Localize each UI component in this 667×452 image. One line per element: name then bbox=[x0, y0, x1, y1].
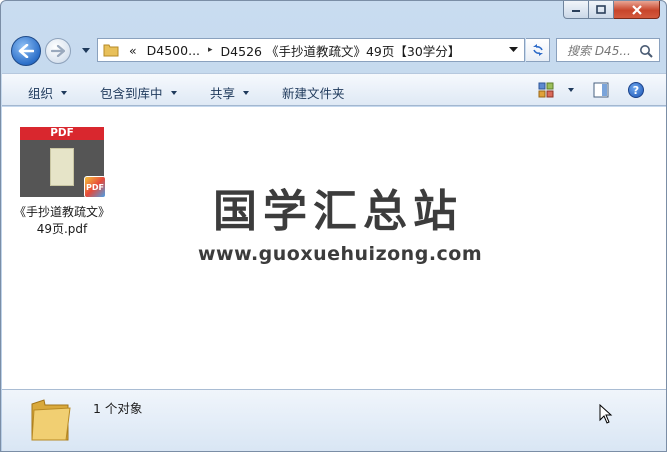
details-pane: 1 个对象 bbox=[2, 389, 666, 451]
forward-button[interactable] bbox=[45, 38, 71, 64]
preview-pane-icon[interactable] bbox=[593, 82, 609, 98]
organize-caret-icon bbox=[61, 90, 68, 95]
search-icon[interactable] bbox=[639, 44, 653, 58]
folder-icon bbox=[103, 44, 119, 57]
pdf-thumbnail[interactable]: PDF PDF bbox=[20, 127, 106, 198]
refresh-button[interactable] bbox=[526, 38, 550, 62]
caption-buttons bbox=[563, 1, 660, 19]
back-button[interactable] bbox=[11, 36, 41, 66]
minimize-icon bbox=[572, 9, 580, 12]
minimize-button[interactable] bbox=[563, 1, 589, 19]
search-box[interactable]: 搜索 D45... bbox=[556, 38, 660, 62]
mouse-cursor-icon bbox=[599, 404, 613, 424]
breadcrumb-current[interactable]: D4526 《手抄道教疏文》49页【30学分】 bbox=[221, 41, 461, 60]
close-button[interactable] bbox=[614, 1, 660, 19]
address-overflow-chevron[interactable]: « bbox=[129, 43, 137, 58]
address-bar[interactable]: « D4500... ▸ D4526 《手抄道教疏文》49页【30学分】 bbox=[97, 38, 525, 62]
close-icon bbox=[631, 4, 642, 15]
maximize-button[interactable] bbox=[589, 1, 614, 19]
arrow-left-icon bbox=[18, 44, 34, 58]
help-button[interactable]: ? bbox=[628, 82, 644, 98]
navigation-bar: « D4500... ▸ D4526 《手抄道教疏文》49页【30学分】 搜索 … bbox=[9, 35, 660, 66]
file-list-area[interactable]: PDF PDF 《手抄道教疏文》49页.pdf 国学汇总站 www.guoxue… bbox=[2, 107, 666, 389]
breadcrumb-parent[interactable]: D4500... bbox=[147, 43, 200, 58]
new-folder-label: 新建文件夹 bbox=[282, 86, 345, 101]
include-in-library-menu[interactable]: 包含到库中 bbox=[100, 83, 177, 102]
new-folder-button[interactable]: 新建文件夹 bbox=[282, 83, 345, 102]
view-caret-icon[interactable] bbox=[568, 88, 574, 92]
share-menu[interactable]: 共享 bbox=[210, 83, 250, 102]
organize-label: 组织 bbox=[28, 86, 54, 101]
pdf-app-badge-icon: PDF bbox=[84, 176, 106, 198]
page-preview bbox=[50, 148, 74, 186]
share-label: 共享 bbox=[210, 86, 236, 101]
explorer-window: « D4500... ▸ D4526 《手抄道教疏文》49页【30学分】 搜索 … bbox=[0, 0, 667, 452]
change-view-button[interactable] bbox=[538, 82, 574, 98]
maximize-icon bbox=[596, 5, 606, 14]
include-caret-icon bbox=[170, 90, 177, 95]
file-name-label[interactable]: 《手抄道教疏文》49页.pdf bbox=[14, 204, 110, 238]
search-placeholder: 搜索 D45... bbox=[567, 43, 631, 58]
organize-menu[interactable]: 组织 bbox=[28, 83, 68, 102]
breadcrumb-separator[interactable]: ▸ bbox=[208, 45, 213, 55]
arrow-right-icon bbox=[51, 45, 65, 57]
file-item[interactable]: PDF PDF 《手抄道教疏文》49页.pdf bbox=[14, 127, 110, 238]
include-in-library-label: 包含到库中 bbox=[100, 86, 163, 101]
watermark-title: 国学汇总站 bbox=[213, 186, 463, 237]
folder-large-icon bbox=[31, 399, 71, 441]
view-options-icon bbox=[538, 82, 554, 98]
share-caret-icon bbox=[243, 90, 250, 95]
refresh-icon bbox=[532, 44, 543, 56]
chevron-down-icon[interactable] bbox=[509, 47, 518, 53]
pdf-thumb-header: PDF bbox=[20, 127, 104, 140]
watermark-url: www.guoxuehuizong.com bbox=[198, 243, 483, 265]
recent-pages-dropdown-icon[interactable] bbox=[81, 47, 91, 54]
command-bar: 组织 包含到库中 共享 新建文件夹 ? bbox=[2, 73, 666, 106]
item-count-text: 1 个对象 bbox=[93, 401, 143, 416]
watermark: 国学汇总站 www.guoxuehuizong.com bbox=[198, 186, 483, 266]
